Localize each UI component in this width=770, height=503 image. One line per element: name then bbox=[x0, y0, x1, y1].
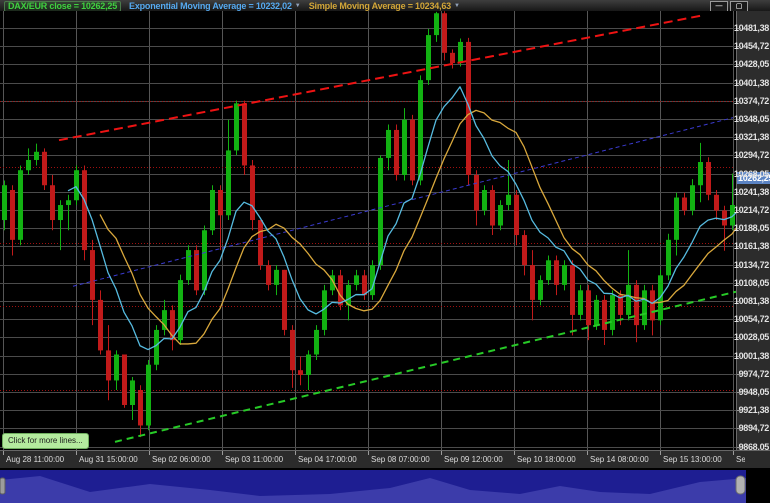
price-axis-tick bbox=[737, 246, 741, 248]
price-axis-tick bbox=[737, 319, 741, 321]
price-axis-tick bbox=[737, 100, 741, 102]
time-axis-tick bbox=[3, 451, 4, 455]
time-axis-tick bbox=[295, 451, 296, 455]
time-axis-tick bbox=[660, 451, 661, 455]
time-axis-tick bbox=[149, 451, 150, 455]
time-axis-label: Sep 02 06:00:00 bbox=[152, 455, 211, 464]
price-axis-tick bbox=[737, 264, 741, 266]
time-axis-label: Aug 28 11:00:00 bbox=[6, 455, 65, 464]
price-axis-tick bbox=[737, 155, 741, 157]
price-axis-label: 9948,05 bbox=[738, 386, 770, 397]
price-axis-label: 9921,38 bbox=[738, 405, 770, 416]
time-axis-label: Sep 15 13:00:00 bbox=[663, 455, 722, 464]
desktop-wallpaper bbox=[0, 468, 770, 503]
price-axis-tick bbox=[737, 46, 741, 48]
time-axis-tick bbox=[587, 451, 588, 455]
price-axis-tick bbox=[737, 446, 741, 448]
price-axis-tick bbox=[737, 137, 741, 139]
time-axis-tick bbox=[733, 451, 734, 455]
trading-app-window: DAX/EUR close = 10262,25 Exponential Mov… bbox=[0, 0, 770, 503]
time-axis-label: Aug 31 15:00:00 bbox=[79, 455, 138, 464]
price-axis-tick bbox=[737, 228, 741, 230]
price-axis-label: 9894,72 bbox=[738, 423, 770, 434]
chevron-down-icon[interactable]: ▼ bbox=[295, 3, 301, 9]
ema-legend-label[interactable]: Exponential Moving Average = 10232,02 bbox=[129, 1, 292, 11]
price-axis-tick bbox=[737, 64, 741, 66]
time-axis-label: Sep 03 11:00:00 bbox=[225, 455, 284, 464]
price-axis-tick bbox=[737, 173, 741, 175]
price-axis-tick bbox=[737, 209, 741, 211]
time-axis-tick bbox=[76, 451, 77, 455]
wallpaper-waves bbox=[0, 470, 746, 503]
scroll-handle-left[interactable] bbox=[0, 477, 6, 495]
chevron-down-icon[interactable]: ▼ bbox=[454, 3, 460, 9]
price-axis-label: 9974,72 bbox=[738, 368, 770, 379]
time-axis-label: Sep 10 18:00:00 bbox=[517, 455, 576, 464]
more-lines-button[interactable]: Click for more lines... bbox=[2, 433, 89, 449]
price-axis-tick bbox=[737, 300, 741, 302]
chart-canvas[interactable] bbox=[0, 11, 743, 450]
price-axis-tick bbox=[737, 355, 741, 357]
time-axis-tick bbox=[368, 451, 369, 455]
price-axis-tick bbox=[737, 337, 741, 339]
time-axis-label: Sep 08 07:00:00 bbox=[371, 455, 430, 464]
price-axis-tick bbox=[737, 82, 741, 84]
price-axis-tick bbox=[737, 410, 741, 412]
time-axis[interactable]: Aug 28 11:00:00 Aug 31 15:00:00 Sep 02 06:… bbox=[0, 450, 770, 469]
candlestick-chart-area[interactable] bbox=[0, 11, 743, 450]
time-axis-label: Sep 09 12:00:00 bbox=[444, 455, 503, 464]
price-axis-tick bbox=[737, 373, 741, 375]
price-axis-tick bbox=[737, 282, 741, 284]
time-axis-label: Sep 16 18:00:00 bbox=[736, 455, 745, 464]
price-axis[interactable]: 10262,25 10481,38 10454,72 10428,05 10401,3… bbox=[734, 11, 770, 452]
time-axis-tick bbox=[514, 451, 515, 455]
time-axis-tick bbox=[222, 451, 223, 455]
time-axis-label: Sep 04 17:00:00 bbox=[298, 455, 357, 464]
price-axis-tick bbox=[737, 28, 741, 29]
price-axis-tick bbox=[737, 428, 741, 430]
time-axis-labels: Aug 28 11:00:00 Aug 31 15:00:00 Sep 02 06:… bbox=[0, 451, 745, 469]
price-axis-tick bbox=[737, 118, 741, 120]
price-axis-tick bbox=[737, 391, 741, 393]
time-axis-label: Sep 14 08:00:00 bbox=[590, 455, 649, 464]
time-axis-tick bbox=[441, 451, 442, 455]
instrument-close-label[interactable]: DAX/EUR close = 10262,25 bbox=[4, 0, 122, 12]
price-axis-tick bbox=[737, 191, 741, 193]
scroll-handle-right[interactable] bbox=[735, 475, 746, 495]
sma-legend-label[interactable]: Simple Moving Average = 10234,63 bbox=[309, 1, 451, 11]
